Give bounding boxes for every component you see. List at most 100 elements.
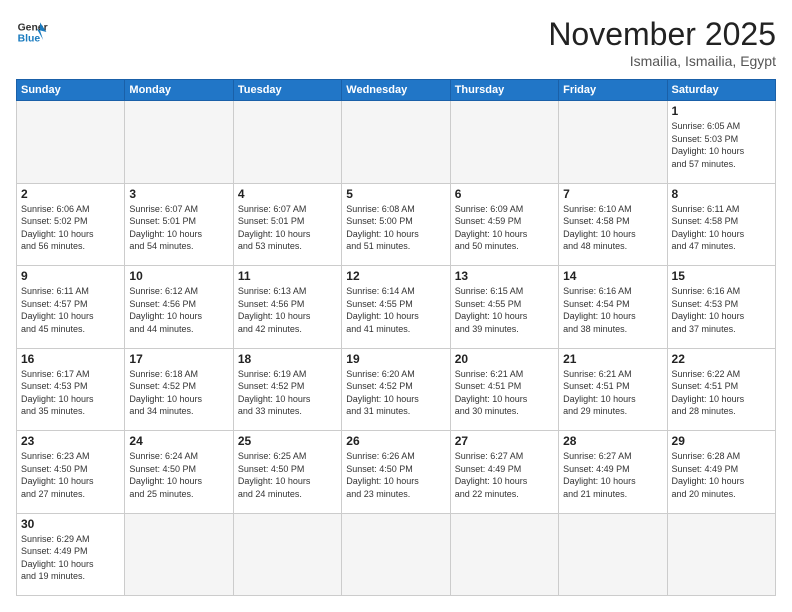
day-number: 10 (129, 269, 228, 283)
table-row: 18Sunrise: 6:19 AM Sunset: 4:52 PM Dayli… (233, 348, 341, 431)
table-row (233, 513, 341, 596)
day-info: Sunrise: 6:23 AM Sunset: 4:50 PM Dayligh… (21, 450, 120, 500)
header-wednesday: Wednesday (342, 80, 450, 101)
table-row (125, 513, 233, 596)
table-row (450, 513, 558, 596)
header-tuesday: Tuesday (233, 80, 341, 101)
table-row: 1 Sunrise: 6:05 AM Sunset: 5:03 PM Daylig… (667, 101, 775, 184)
day-info: Sunrise: 6:06 AM Sunset: 5:02 PM Dayligh… (21, 203, 120, 253)
table-row: 5 Sunrise: 6:08 AM Sunset: 5:00 PM Daylig… (342, 183, 450, 266)
table-row: 11Sunrise: 6:13 AM Sunset: 4:56 PM Dayli… (233, 266, 341, 349)
location: Ismailia, Ismailia, Egypt (548, 53, 776, 69)
header-sunday: Sunday (17, 80, 125, 101)
day-number: 5 (346, 187, 445, 201)
day-number: 24 (129, 434, 228, 448)
logo-icon: General Blue (16, 16, 48, 48)
table-row: 4 Sunrise: 6:07 AM Sunset: 5:01 PM Daylig… (233, 183, 341, 266)
day-info: Sunrise: 6:17 AM Sunset: 4:53 PM Dayligh… (21, 368, 120, 418)
table-row: 20Sunrise: 6:21 AM Sunset: 4:51 PM Dayli… (450, 348, 558, 431)
day-info: Sunrise: 6:10 AM Sunset: 4:58 PM Dayligh… (563, 203, 662, 253)
day-number: 19 (346, 352, 445, 366)
day-info: Sunrise: 6:25 AM Sunset: 4:50 PM Dayligh… (238, 450, 337, 500)
day-number: 28 (563, 434, 662, 448)
day-number: 15 (672, 269, 771, 283)
day-number: 3 (129, 187, 228, 201)
table-row (17, 101, 125, 184)
table-row: 19Sunrise: 6:20 AM Sunset: 4:52 PM Dayli… (342, 348, 450, 431)
day-number: 13 (455, 269, 554, 283)
table-row: 2 Sunrise: 6:06 AM Sunset: 5:02 PM Daylig… (17, 183, 125, 266)
day-number: 29 (672, 434, 771, 448)
month-title: November 2025 (548, 16, 776, 53)
table-row: 14 Sunrise: 6:16 AM Sunset: 4:54 PM Dayli… (559, 266, 667, 349)
header-monday: Monday (125, 80, 233, 101)
table-row: 12 Sunrise: 6:14 AM Sunset: 4:55 PM Dayli… (342, 266, 450, 349)
table-row: 16 Sunrise: 6:17 AM Sunset: 4:53 PM Dayli… (17, 348, 125, 431)
day-number: 18 (238, 352, 337, 366)
table-row (125, 101, 233, 184)
day-info: Sunrise: 6:07 AM Sunset: 5:01 PM Dayligh… (129, 203, 228, 253)
table-row: 9 Sunrise: 6:11 AM Sunset: 4:57 PM Daylig… (17, 266, 125, 349)
table-row: 28 Sunrise: 6:27 AM Sunset: 4:49 PM Dayli… (559, 431, 667, 514)
table-row (559, 101, 667, 184)
calendar-week-row: 16 Sunrise: 6:17 AM Sunset: 4:53 PM Dayli… (17, 348, 776, 431)
table-row: 21Sunrise: 6:21 AM Sunset: 4:51 PM Dayli… (559, 348, 667, 431)
day-info: Sunrise: 6:14 AM Sunset: 4:55 PM Dayligh… (346, 285, 445, 335)
table-row: 15Sunrise: 6:16 AM Sunset: 4:53 PM Dayli… (667, 266, 775, 349)
day-info: Sunrise: 6:18 AM Sunset: 4:52 PM Dayligh… (129, 368, 228, 418)
header-friday: Friday (559, 80, 667, 101)
day-number: 8 (672, 187, 771, 201)
table-row (342, 101, 450, 184)
day-info: Sunrise: 6:09 AM Sunset: 4:59 PM Dayligh… (455, 203, 554, 253)
day-number: 9 (21, 269, 120, 283)
table-row: 27Sunrise: 6:27 AM Sunset: 4:49 PM Dayli… (450, 431, 558, 514)
day-number: 2 (21, 187, 120, 201)
table-row (233, 101, 341, 184)
table-row: 29Sunrise: 6:28 AM Sunset: 4:49 PM Dayli… (667, 431, 775, 514)
header-thursday: Thursday (450, 80, 558, 101)
day-number: 22 (672, 352, 771, 366)
calendar-week-row: 9 Sunrise: 6:11 AM Sunset: 4:57 PM Daylig… (17, 266, 776, 349)
header: General Blue November 2025 Ismailia, Ism… (16, 16, 776, 69)
table-row (450, 101, 558, 184)
table-row: 25Sunrise: 6:25 AM Sunset: 4:50 PM Dayli… (233, 431, 341, 514)
table-row: 23Sunrise: 6:23 AM Sunset: 4:50 PM Dayli… (17, 431, 125, 514)
day-info: Sunrise: 6:16 AM Sunset: 4:54 PM Dayligh… (563, 285, 662, 335)
logo: General Blue (16, 16, 48, 48)
day-info: Sunrise: 6:27 AM Sunset: 4:49 PM Dayligh… (455, 450, 554, 500)
day-info: Sunrise: 6:11 AM Sunset: 4:57 PM Dayligh… (21, 285, 120, 335)
day-number: 6 (455, 187, 554, 201)
day-number: 26 (346, 434, 445, 448)
table-row (559, 513, 667, 596)
day-number: 7 (563, 187, 662, 201)
day-number: 16 (21, 352, 120, 366)
day-number: 30 (21, 517, 120, 531)
day-info: Sunrise: 6:12 AM Sunset: 4:56 PM Dayligh… (129, 285, 228, 335)
table-row: 30Sunrise: 6:29 AM Sunset: 4:49 PM Dayli… (17, 513, 125, 596)
calendar-week-row: 1 Sunrise: 6:05 AM Sunset: 5:03 PM Daylig… (17, 101, 776, 184)
day-info: Sunrise: 6:07 AM Sunset: 5:01 PM Dayligh… (238, 203, 337, 253)
day-number: 14 (563, 269, 662, 283)
table-row: 26 Sunrise: 6:26 AM Sunset: 4:50 PM Dayli… (342, 431, 450, 514)
table-row (342, 513, 450, 596)
day-number: 4 (238, 187, 337, 201)
title-section: November 2025 Ismailia, Ismailia, Egypt (548, 16, 776, 69)
day-info: Sunrise: 6:24 AM Sunset: 4:50 PM Dayligh… (129, 450, 228, 500)
calendar: Sunday Monday Tuesday Wednesday Thursday… (16, 79, 776, 596)
day-info: Sunrise: 6:05 AM Sunset: 5:03 PM Dayligh… (672, 120, 771, 170)
day-info: Sunrise: 6:11 AM Sunset: 4:58 PM Dayligh… (672, 203, 771, 253)
day-info: Sunrise: 6:27 AM Sunset: 4:49 PM Dayligh… (563, 450, 662, 500)
day-info: Sunrise: 6:21 AM Sunset: 4:51 PM Dayligh… (455, 368, 554, 418)
day-number: 1 (672, 104, 771, 118)
day-info: Sunrise: 6:13 AM Sunset: 4:56 PM Dayligh… (238, 285, 337, 335)
weekday-header-row: Sunday Monday Tuesday Wednesday Thursday… (17, 80, 776, 101)
day-info: Sunrise: 6:08 AM Sunset: 5:00 PM Dayligh… (346, 203, 445, 253)
day-number: 12 (346, 269, 445, 283)
table-row: 6 Sunrise: 6:09 AM Sunset: 4:59 PM Daylig… (450, 183, 558, 266)
svg-text:Blue: Blue (18, 34, 41, 45)
day-info: Sunrise: 6:21 AM Sunset: 4:51 PM Dayligh… (563, 368, 662, 418)
day-info: Sunrise: 6:15 AM Sunset: 4:55 PM Dayligh… (455, 285, 554, 335)
calendar-week-row: 2 Sunrise: 6:06 AM Sunset: 5:02 PM Daylig… (17, 183, 776, 266)
page: General Blue November 2025 Ismailia, Ism… (0, 0, 792, 612)
day-info: Sunrise: 6:26 AM Sunset: 4:50 PM Dayligh… (346, 450, 445, 500)
